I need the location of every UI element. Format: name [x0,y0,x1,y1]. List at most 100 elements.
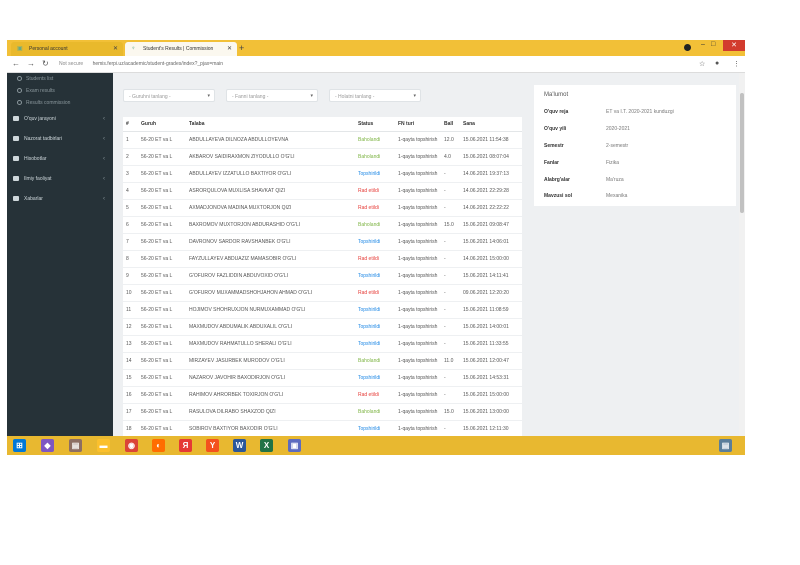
table-row[interactable]: 11 56-20 ET va L HOJIMOV SHOHRUXJON NURMUX… [123,301,522,319]
cell-student: MIRZAYEV JASURBEK MURODOV O'G'LI [186,352,355,370]
col-header[interactable]: Status [355,117,395,132]
status-select[interactable]: - Holatni tanlang - ▾ [329,89,421,102]
group-select[interactable]: - Guruhni tanlang - ▾ [123,89,215,102]
forward-icon[interactable]: → [27,59,35,68]
sidebar-item-nazorat[interactable]: Nazorat tadbirlari ‹ [7,129,113,149]
minimize-icon[interactable]: – [701,41,705,48]
page-scrollbar[interactable] [739,73,745,436]
save-icon[interactable]: ▣ [288,439,301,452]
maximize-icon[interactable]: □ [711,41,715,48]
table-row[interactable]: 10 56-20 ET va L G'OFUROV MUXAMMADSHOHJAHO… [123,284,522,302]
reload-icon[interactable]: ↻ [42,59,49,68]
excel-icon[interactable]: X [260,439,273,452]
star-icon[interactable]: ☆ [699,60,705,68]
close-icon[interactable]: ✕ [227,45,232,52]
chrome-icon[interactable]: ◉ [125,439,138,452]
sidebar-item-oquv-jarayoni[interactable]: O'quv jarayoni ‹ [7,109,113,129]
cell-group: 56-20 ET va L [138,318,186,336]
tab-student-results[interactable]: ♆ Student's Results | Commission ✕ [125,42,237,56]
filter-bar: - Guruhni tanlang - ▾ - Fanni tanlang - ▾ … [123,89,523,105]
table-row[interactable]: 9 56-20 ET va L G'OFUROV FAZLIDDIN ABDUVOX… [123,267,522,285]
col-header[interactable]: Ball [441,117,460,132]
chevron-left-icon: ‹ [103,176,105,182]
table-row[interactable]: 4 56-20 ET va L ASRORQULOVA MUXLISA SHAVKA… [123,182,522,200]
window-close-icon[interactable]: ✕ [723,40,745,51]
table-row[interactable]: 13 56-20 ET va L MAXMUDOV RAHMATULLO SHERA… [123,335,522,353]
table-row[interactable]: 17 56-20 ET va L RASULOVA DILRABO SHAXZOD … [123,403,522,421]
cell-number: 15 [123,369,138,387]
sidebar-item-xabarlar[interactable]: Xabarlar ‹ [7,189,113,209]
menu-icon[interactable]: ⋮ [733,60,740,68]
sidebar-item-hisobotlar[interactable]: Hisobotlar ‹ [7,149,113,169]
cell-date: 15.06.2021 14:06:01 [460,233,522,251]
table-row[interactable]: 7 56-20 ET va L DAVRONOV SARDOR RAVSHANBEK… [123,233,522,251]
subject-select[interactable]: - Fanni tanlang - ▾ [226,89,318,102]
profile-icon[interactable] [684,44,691,51]
tab-label: Personal account [29,46,68,52]
yandex-browser-icon[interactable]: Y [206,439,219,452]
back-icon[interactable]: ← [12,59,20,68]
info-row: Alabrg'alar Ma'ruza [544,177,624,183]
table-row[interactable]: 16 56-20 ET va L RAHIMOV AHRORBEK TOXIRJON… [123,386,522,404]
cell-student: MAXMUDOV RAHMATULLO SHERALI O'G'LI [186,335,355,353]
col-header[interactable]: Sana [460,117,522,132]
account-icon[interactable]: ● [715,60,719,67]
table-row[interactable]: 8 56-20 ET va L FAYZULLAYEV ABDUAZIZ MAMAS… [123,250,522,268]
cell-number: 11 [123,301,138,319]
cell-score: - [441,199,460,217]
cell-status: Baholandi [355,403,395,421]
col-header[interactable]: Talaba [186,117,355,132]
cell-number: 6 [123,216,138,234]
book-icon [13,116,19,122]
cell-type: 1-qayta topshirish [395,420,441,436]
url-field[interactable]: Not secure hemis.ferpi.uz/academic/stude… [59,61,223,67]
col-header[interactable]: Guruh [138,117,186,132]
table-row[interactable]: 14 56-20 ET va L MIRZAYEV JASURBEK MURODOV… [123,352,522,370]
col-header[interactable]: FN turi [395,117,441,132]
new-tab-icon[interactable]: + [239,43,244,53]
yandex-icon[interactable]: Я [179,439,192,452]
cell-group: 56-20 ET va L [138,386,186,404]
cell-date: 14.06.2021 22:22:22 [460,199,522,217]
sidebar-item-ilmiy[interactable]: Ilmiy faoliyat ‹ [7,169,113,189]
table-row[interactable]: 1 56-20 ET va L ABDULLAYEVA DILNOZA ABDULL… [123,131,522,149]
folder-icon[interactable]: ▬ [97,439,110,452]
app-icon[interactable]: ◆ [41,439,54,452]
circle-icon [17,100,22,106]
table-row[interactable]: 18 56-20 ET va L SOBIROV BAXTIYOR BAXODIR … [123,420,522,436]
system-tray-icon[interactable]: ▤ [719,439,732,452]
sidebar-subitem-active[interactable]: Results commission [7,97,113,109]
cell-student: NAZAROV JAVOHIR BAXODIRJON O'G'LI [186,369,355,387]
cell-student: BAXROMOV MUXTORJON ABDURASHID O'G'LI [186,216,355,234]
firefox-icon[interactable]: ◐ [152,439,165,452]
taskbar: ⊞ ◆ ▤ ▬ ◉ ◐ Я Y W X ▣ ▤ [7,436,745,455]
table-row[interactable]: 2 56-20 ET va L AKBAROV SAIDIRAXMON ZIYODU… [123,148,522,166]
col-header[interactable]: # [123,117,138,132]
scrollbar-thumb[interactable] [740,93,744,213]
notes-icon[interactable]: ▤ [69,439,82,452]
cell-number: 18 [123,420,138,436]
cell-score: - [441,420,460,436]
sidebar-subitem[interactable]: Students list [7,73,113,85]
table-row[interactable]: 5 56-20 ET va L AXMADJONOVA MADINA MUXTORJ… [123,199,522,217]
cell-status: Baholandi [355,352,395,370]
cell-date: 14.06.2021 19:37:13 [460,165,522,183]
table-row[interactable]: 3 56-20 ET va L ABDULLAYEV IZZATULLO BAXTI… [123,165,522,183]
cell-status: Topshirildi [355,369,395,387]
windows-start-icon[interactable]: ⊞ [13,439,26,452]
table-row[interactable]: 15 56-20 ET va L NAZAROV JAVOHIR BAXODIRJO… [123,369,522,387]
cell-student: FAYZULLAYEV ABDUAZIZ MAMASOBIR O'G'LI [186,250,355,268]
cell-type: 1-qayta topshirish [395,284,441,302]
table-row[interactable]: 6 56-20 ET va L BAXROMOV MUXTORJON ABDURAS… [123,216,522,234]
sidebar-subitem[interactable]: Exam results [7,85,113,97]
url-text: hemis.ferpi.uz/academic/student-grades/i… [92,61,224,67]
tab-personal-account[interactable]: ▣ Personal account ✕ [11,42,123,56]
cell-group: 56-20 ET va L [138,267,186,285]
cell-number: 13 [123,335,138,353]
table-row[interactable]: 12 56-20 ET va L MAXMUDOV ABDUMALIK ABDUXA… [123,318,522,336]
cell-date: 15.06.2021 14:00:01 [460,318,522,336]
cell-score: - [441,318,460,336]
word-icon[interactable]: W [233,439,246,452]
close-icon[interactable]: ✕ [113,45,118,52]
cell-group: 56-20 ET va L [138,335,186,353]
